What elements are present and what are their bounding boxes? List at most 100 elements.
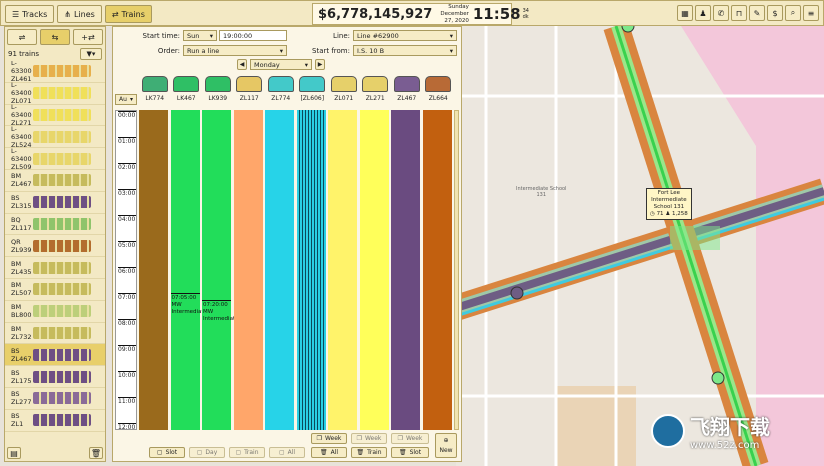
timetable-column[interactable]: 07:20:00 MW Intermediat	[202, 110, 235, 430]
timetable-column[interactable]	[328, 110, 357, 430]
search-icon[interactable]: ⌕	[785, 5, 801, 21]
time-tick: 08:00	[118, 319, 136, 327]
week-button-2[interactable]: ❐ Week	[351, 433, 387, 444]
copy-icon: ❐	[356, 435, 362, 442]
vehicle-column-header[interactable]: ZL467	[391, 76, 423, 102]
train-list-item[interactable]: BS ZL277	[5, 388, 105, 410]
timetable-slot[interactable]: 07:20:00 MW Intermediat	[202, 300, 235, 355]
train-label: BS ZL467	[11, 346, 32, 363]
train-label: BM ZL732	[11, 324, 32, 341]
all-button-2[interactable]: ▢ All	[269, 447, 305, 458]
train-list-item[interactable]: BM ZL732	[5, 323, 105, 345]
list-toggle-icon[interactable]: ▤	[7, 447, 21, 459]
next-day-button[interactable]: ▶	[315, 59, 325, 70]
menu-icon[interactable]: ≡	[803, 5, 819, 21]
time-tick: 12:00	[118, 423, 136, 431]
start-time-input[interactable]: 19:00:00	[219, 30, 287, 41]
train-select-icon[interactable]: ⇆	[40, 29, 70, 45]
train-list-item[interactable]: L-63400 ZL271	[5, 103, 105, 127]
train-label: L-63400 ZL524	[11, 124, 32, 149]
train-list-tools: ⇌ ⇆ +⇄	[5, 27, 105, 47]
train-list-header: 91 trains ▼▾	[5, 47, 105, 61]
train-tool-icon[interactable]: ⇌	[7, 29, 37, 45]
train-list-item[interactable]: BQ ZL117	[5, 214, 105, 236]
trash-icon[interactable]: 🗑	[89, 447, 103, 459]
timetable-column[interactable]	[296, 110, 326, 430]
tab-tracks[interactable]: ☰ Tracks	[5, 5, 55, 23]
day-button[interactable]: ▢ Day	[189, 447, 225, 458]
grid-icon[interactable]: ▦	[677, 5, 693, 21]
train-label: BM BL800	[11, 303, 32, 320]
timetable-column[interactable]	[233, 110, 263, 430]
vehicle-column-header[interactable]: ZL774	[265, 76, 297, 102]
train-button-2[interactable]: ▢ Train	[229, 447, 265, 458]
timetable-column[interactable]	[359, 110, 389, 430]
train-list-item[interactable]: BS ZL175	[5, 366, 105, 388]
train-list-item[interactable]: BS ZL1	[5, 410, 105, 432]
all-button-1[interactable]: 🗑 All	[311, 447, 347, 458]
vehicle-column-header[interactable]: ZL664	[423, 76, 455, 102]
person-icon[interactable]: ♟	[695, 5, 711, 21]
vehicle-column-header[interactable]: ZL117	[234, 76, 266, 102]
slot-button-1[interactable]: ▢ Slot	[149, 447, 185, 458]
train-list-item[interactable]: BM BL800	[5, 301, 105, 323]
start-day-select[interactable]: Sun ▾	[183, 30, 217, 41]
train-color-swatch	[33, 87, 91, 100]
vehicle-column-header[interactable]: ZL271	[360, 76, 392, 102]
vehicle-column-header[interactable]: LK774	[139, 76, 171, 102]
slot-button-2[interactable]: 🗑 Slot	[391, 447, 429, 458]
line-select[interactable]: Line #62900 ▾	[353, 30, 457, 41]
dollar-icon[interactable]: $	[767, 5, 783, 21]
train-list-item[interactable]: BS ZL467	[5, 344, 105, 367]
money-amount: $6,778,145,927	[318, 6, 433, 22]
new-button[interactable]: ⊕ New	[435, 433, 457, 458]
vehicle-icon[interactable]: ⊓	[731, 5, 747, 21]
vehicle-column-header[interactable]: LK939	[202, 76, 234, 102]
time-tick: 10:00	[118, 371, 136, 379]
train-list-item[interactable]: BM ZL507	[5, 279, 105, 301]
train-list-item[interactable]: L-63400 ZL071	[5, 81, 105, 106]
station-popup[interactable]: Fort Lee Intermediate School 131 ◷ 71 ♟ …	[646, 188, 692, 220]
timetable-column[interactable]	[139, 110, 168, 430]
tab-trains[interactable]: ⇄ Trains	[104, 5, 152, 23]
add-train-icon[interactable]: +⇄	[73, 29, 103, 45]
train-list-item[interactable]: QR ZL939	[5, 235, 105, 258]
timetable-column[interactable]: 07:05:00 MW Intermediat	[170, 110, 204, 430]
timetable-slot[interactable]: 07:05:00 MW Intermediat	[170, 293, 204, 348]
week-button-3[interactable]: ❐ Week	[391, 433, 429, 444]
timetable-column[interactable]	[422, 110, 452, 430]
order-select[interactable]: Run a line ▾	[183, 45, 287, 56]
train-list-item[interactable]: BM ZL435	[5, 257, 105, 279]
train-list-item[interactable]: L-63400 ZL509	[5, 147, 105, 171]
train-icon: ⇄	[111, 9, 119, 19]
vehicle-column-header[interactable]: [ZL606]	[297, 76, 329, 102]
train-car-icon	[393, 76, 420, 92]
phone-icon[interactable]: ✆	[713, 5, 729, 21]
auto-select[interactable]: Au ▾	[115, 94, 137, 105]
people-icon: ♟	[665, 211, 671, 217]
top-bar: ☰ Tracks ⋔ Lines ⇄ Trains $6,778,145,927 Su…	[0, 0, 824, 26]
chevron-down-icon: ▾	[129, 96, 133, 103]
train-label: BS ZL1	[11, 412, 24, 429]
start-from-select[interactable]: I.S. 10 B ▾	[353, 45, 457, 56]
vehicle-column-header[interactable]: ZL071	[328, 76, 360, 102]
train-button-1[interactable]: 🗑 Train	[351, 447, 387, 458]
day-select[interactable]: Monday ▾	[250, 59, 312, 70]
timetable-column[interactable]	[265, 110, 294, 430]
week-button-1[interactable]: ❐ Week	[311, 433, 347, 444]
filter-icon[interactable]: ▼▾	[80, 48, 102, 60]
train-label: L-63400 ZL071	[11, 81, 32, 106]
timetable-scrollbar[interactable]	[454, 110, 459, 430]
tab-lines[interactable]: ⋔ Lines	[57, 5, 102, 23]
train-list-item[interactable]: L-63300 ZL461	[5, 61, 105, 83]
train-list-item[interactable]: BS ZL315	[5, 192, 105, 214]
timetable-column[interactable]	[391, 110, 420, 430]
train-list-item[interactable]: BM ZL467	[5, 170, 105, 192]
vehicle-column-header[interactable]: LK467	[171, 76, 203, 102]
wrench-icon[interactable]: ✎	[749, 5, 765, 21]
train-color-swatch	[33, 261, 91, 274]
train-color-swatch	[33, 152, 91, 165]
city-map[interactable]: Intermediate School 131 Fort Lee Intermed…	[456, 26, 824, 466]
train-list-item[interactable]: L-63400 ZL524	[5, 124, 105, 149]
prev-day-button[interactable]: ◀	[237, 59, 247, 70]
